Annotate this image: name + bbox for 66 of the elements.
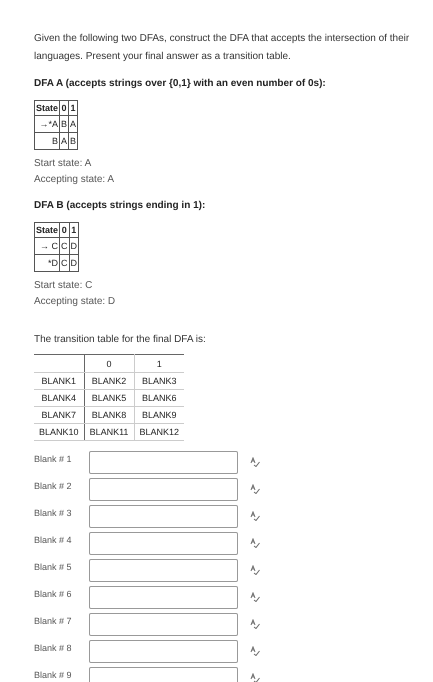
spellcheck-icon[interactable] bbox=[250, 457, 260, 467]
table-cell: D bbox=[69, 254, 79, 272]
table-header: State bbox=[34, 100, 60, 116]
table-cell: BLANK4 bbox=[34, 390, 84, 406]
spellcheck-icon[interactable] bbox=[250, 619, 260, 629]
blank-label: Blank # 4 bbox=[34, 534, 73, 547]
answer-field[interactable] bbox=[89, 451, 238, 474]
spellcheck-icon[interactable] bbox=[250, 538, 260, 548]
start-state-text: Start state: C bbox=[34, 279, 94, 293]
answer-field[interactable] bbox=[89, 505, 238, 528]
table-cell: A bbox=[60, 132, 69, 150]
table-cell: A bbox=[68, 116, 78, 132]
blank-label: Blank # 1 bbox=[34, 453, 73, 466]
accepting-state-text: Accepting state: A bbox=[34, 173, 116, 187]
spellcheck-icon[interactable] bbox=[250, 484, 260, 494]
table-cell: BLANK8 bbox=[84, 406, 134, 424]
table-cell: BLANK5 bbox=[84, 390, 134, 406]
table-cell: BLANK3 bbox=[134, 372, 184, 390]
answer-field[interactable] bbox=[89, 640, 238, 663]
spellcheck-icon[interactable] bbox=[250, 565, 260, 575]
answer-field[interactable] bbox=[89, 613, 238, 636]
dfa-heading: DFA B (accepts strings ending in 1): bbox=[34, 199, 206, 213]
table-header: 1 bbox=[68, 100, 78, 116]
answer-field[interactable] bbox=[89, 586, 238, 609]
table-cell: BLANK9 bbox=[134, 406, 184, 424]
blank-label: Blank # 3 bbox=[34, 507, 73, 520]
answer-field[interactable] bbox=[89, 559, 238, 582]
table-cell: →*A bbox=[34, 116, 60, 132]
blank-label: Blank # 7 bbox=[34, 615, 73, 628]
question-text: Given the following two DFAs, construct the DFA that accepts the intersection of their languages. Present your final answer as a transition table. bbox=[34, 32, 410, 64]
spellcheck-icon[interactable] bbox=[250, 646, 260, 656]
start-state-text: Start state: A bbox=[34, 157, 92, 171]
spellcheck-icon[interactable] bbox=[250, 673, 260, 682]
answer-field[interactable] bbox=[89, 478, 238, 501]
table-cell: → C bbox=[34, 238, 60, 254]
table-header: State bbox=[34, 222, 60, 238]
accepting-state-text: Accepting state: D bbox=[34, 295, 116, 309]
spellcheck-icon[interactable] bbox=[250, 511, 260, 521]
table-header: 0 bbox=[60, 222, 70, 238]
table-header: 1 bbox=[134, 354, 184, 372]
table-cell: BLANK6 bbox=[134, 390, 184, 406]
table-cell: BLANK2 bbox=[84, 372, 134, 390]
spellcheck-icon[interactable] bbox=[250, 592, 260, 602]
table-cell: BLANK12 bbox=[134, 424, 184, 440]
table-cell: D bbox=[69, 238, 79, 254]
table-cell: B bbox=[34, 132, 60, 150]
table-cell: B bbox=[60, 116, 69, 132]
blank-label: Blank # 5 bbox=[34, 561, 73, 574]
answer-field[interactable] bbox=[89, 532, 238, 555]
table-cell: C bbox=[60, 238, 70, 254]
table-header: 0 bbox=[84, 354, 134, 372]
table-cell: BLANK1 bbox=[34, 372, 84, 390]
blank-label: Blank # 9 bbox=[34, 669, 73, 682]
table-cell: *D bbox=[34, 254, 60, 272]
table-header: 1 bbox=[69, 222, 79, 238]
blank-label: Blank # 8 bbox=[34, 642, 73, 655]
table-caption: The transition table for the final DFA is: bbox=[34, 333, 207, 347]
table-header: 0 bbox=[60, 100, 69, 116]
blank-label: Blank # 6 bbox=[34, 588, 73, 601]
table-cell: B bbox=[68, 132, 78, 150]
table-cell: C bbox=[60, 254, 70, 272]
table-cell: BLANK7 bbox=[34, 406, 84, 424]
table-cell: BLANK11 bbox=[84, 424, 134, 440]
table-cell: BLANK10 bbox=[34, 424, 84, 440]
blank-label: Blank # 2 bbox=[34, 480, 73, 493]
dfa-heading: DFA A (accepts strings over {0,1} with an even number of 0s): bbox=[34, 77, 327, 91]
